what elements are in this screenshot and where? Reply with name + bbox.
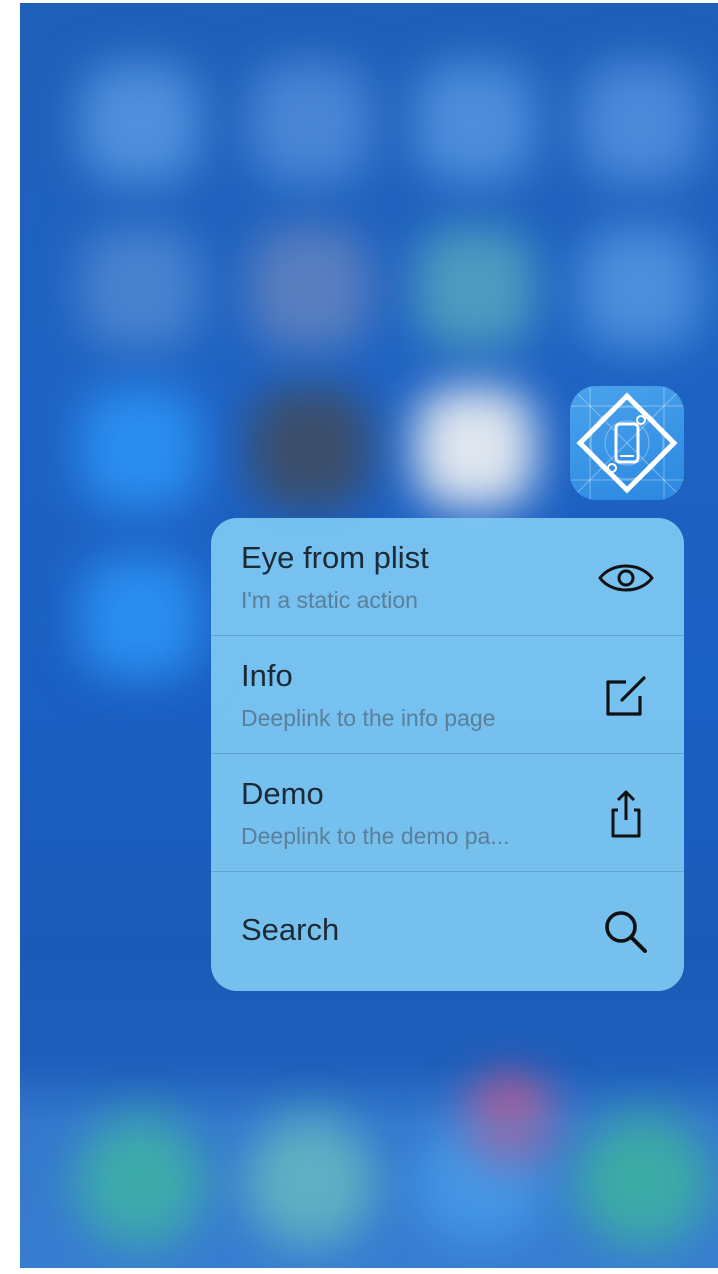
share-icon xyxy=(596,784,656,844)
compose-icon xyxy=(596,666,656,726)
phone-diamond-app-icon xyxy=(570,386,684,500)
quick-action-title: Demo xyxy=(241,776,324,811)
quick-action-subtitle: Deeplink to the demo pa... xyxy=(241,823,510,849)
quick-action-title: Eye from plist xyxy=(241,540,429,575)
quick-action-search[interactable]: Search xyxy=(211,872,684,990)
quick-action-subtitle: Deeplink to the info page xyxy=(241,705,496,731)
eye-icon xyxy=(596,548,656,608)
app-icon[interactable] xyxy=(570,386,684,500)
quick-action-title: Info xyxy=(241,658,293,693)
quick-action-eye[interactable]: Eye from plist I'm a static action xyxy=(211,518,684,636)
quick-action-subtitle: I'm a static action xyxy=(241,587,418,613)
quick-action-demo[interactable]: Demo Deeplink to the demo pa... xyxy=(211,754,684,872)
quick-action-title: Search xyxy=(241,912,340,947)
quick-action-info[interactable]: Info Deeplink to the info page xyxy=(211,636,684,754)
dock-background xyxy=(20,1063,718,1268)
home-screen: Eye from plist I'm a static action Info … xyxy=(20,3,718,1268)
search-icon xyxy=(596,902,656,962)
quick-actions-menu: Eye from plist I'm a static action Info … xyxy=(211,518,684,991)
